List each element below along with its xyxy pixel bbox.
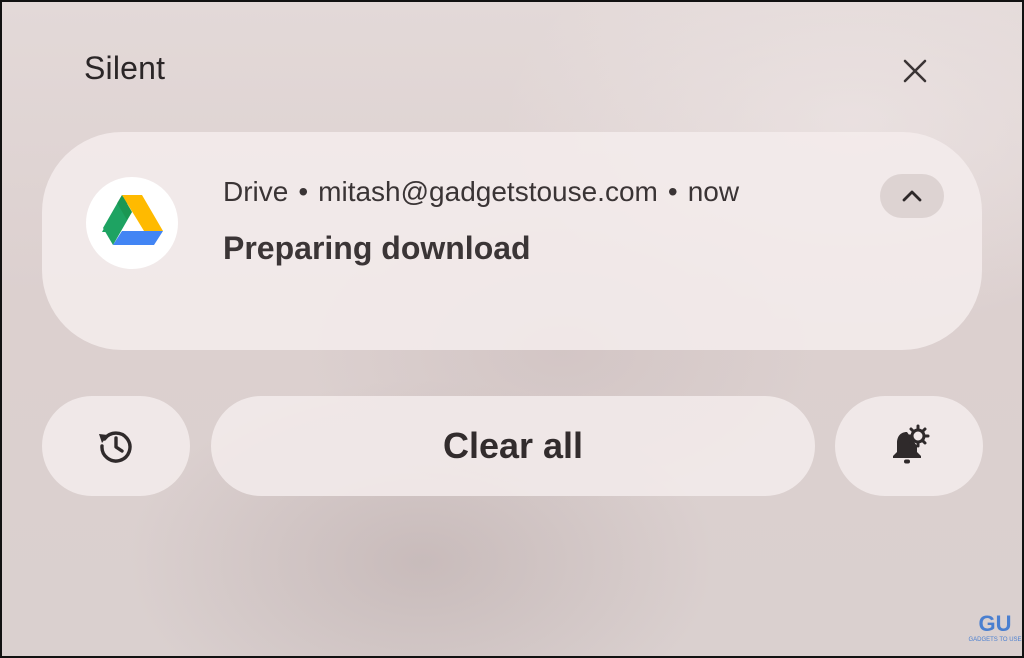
section-title: Silent xyxy=(84,50,166,86)
timestamp: now xyxy=(687,176,740,207)
watermark-logo: GU GADGETS TO USE xyxy=(968,611,1022,652)
clear-all-label: Clear all xyxy=(442,425,584,466)
notification-settings-button[interactable] xyxy=(835,396,983,496)
watermark-text: GADGETS TO USE xyxy=(968,637,1022,643)
app-name: Drive xyxy=(223,176,289,207)
google-drive-icon xyxy=(102,195,163,245)
separator: • xyxy=(667,176,678,207)
close-button[interactable] xyxy=(890,46,940,96)
collapse-button[interactable] xyxy=(880,174,944,218)
account-email: mitash@gadgetstouse.com xyxy=(318,176,658,207)
notification-history-button[interactable] xyxy=(42,396,190,496)
history-icon xyxy=(99,431,132,463)
chevron-up-icon xyxy=(902,190,922,202)
close-icon xyxy=(903,59,927,83)
clear-all-button[interactable]: Clear all xyxy=(211,396,815,496)
notification-title: Preparing download xyxy=(223,230,531,266)
watermark-mark: GU xyxy=(978,611,1012,636)
notification-settings-icon xyxy=(893,424,930,464)
notification-meta: Drive • mitash@gadgetstouse.com • now xyxy=(223,176,739,208)
notification-shade: Silent Drive • mitash@gadgetstouse.com • now… xyxy=(0,0,1024,658)
separator: • xyxy=(298,176,309,207)
app-icon-container xyxy=(86,177,178,269)
